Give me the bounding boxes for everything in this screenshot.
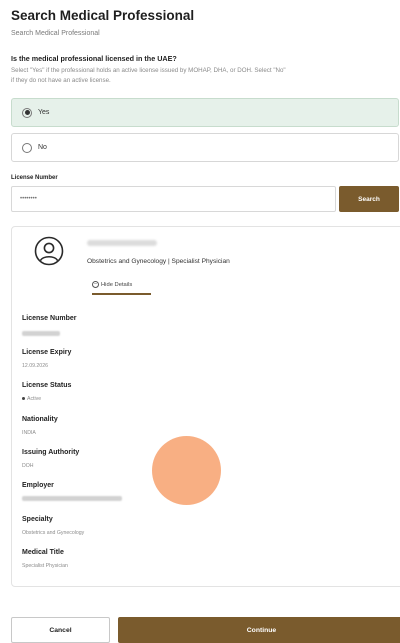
licensed-question: Is the medical professional licensed in …: [11, 54, 177, 63]
status-dot-icon: [22, 397, 25, 401]
field-label-license-expiry: License Expiry: [22, 349, 72, 356]
radio-option-no[interactable]: No: [11, 133, 399, 162]
licensed-help-text: Select "Yes" if the professional holds a…: [11, 66, 399, 86]
professional-name-redacted: [87, 240, 157, 246]
radio-yes-label: Yes: [38, 109, 50, 116]
field-label-specialty: Specialty: [22, 516, 53, 523]
radio-yes-indicator[interactable]: [22, 107, 32, 118]
touch-indicator: [152, 436, 221, 505]
license-number-label: License Number: [11, 175, 58, 181]
field-value-issuing-authority: DOH: [22, 463, 34, 469]
minus-circle-icon: –: [92, 281, 99, 288]
field-label-employer: Employer: [22, 482, 54, 489]
radio-no-label: No: [38, 144, 47, 151]
radio-no-indicator[interactable]: [22, 142, 32, 153]
hide-details-label: Hide Details: [101, 281, 133, 288]
search-button[interactable]: Search: [339, 186, 399, 212]
professional-specialty-line: Obstetrics and Gynecology | Specialist P…: [87, 258, 230, 265]
field-value-license-number-redacted: [22, 331, 60, 336]
breadcrumb[interactable]: Search Medical Professional: [11, 30, 100, 37]
field-label-license-number: License Number: [22, 315, 77, 322]
field-label-nationality: Nationality: [22, 416, 58, 423]
cancel-button[interactable]: Cancel: [11, 617, 110, 643]
field-value-specialty: Obstetrics and Gynecology: [22, 530, 85, 536]
field-label-license-status: License Status: [22, 382, 72, 389]
field-label-issuing-authority: Issuing Authority: [22, 449, 80, 456]
continue-button[interactable]: Continue: [118, 617, 400, 643]
radio-option-yes[interactable]: Yes: [11, 98, 399, 127]
help-line-1: Select "Yes" if the professional holds a…: [11, 67, 286, 74]
field-value-license-expiry: 12.09.2026: [22, 363, 48, 369]
help-line-2: if they do not have an active license.: [11, 77, 111, 84]
hide-details-link[interactable]: – Hide Details: [92, 281, 132, 288]
user-circle-icon: [34, 236, 64, 266]
license-number-input[interactable]: [11, 186, 336, 212]
field-value-medical-title: Specialist Physician: [22, 563, 68, 569]
field-value-license-status: Active: [22, 396, 41, 402]
page-title: Search Medical Professional: [11, 8, 195, 23]
field-value-employer-redacted: [22, 496, 122, 501]
field-label-medical-title: Medical Title: [22, 549, 64, 556]
field-value-license-status-text: Active: [27, 396, 42, 402]
hide-details-underline: [92, 293, 151, 295]
field-value-nationality: INDIA: [22, 430, 36, 436]
